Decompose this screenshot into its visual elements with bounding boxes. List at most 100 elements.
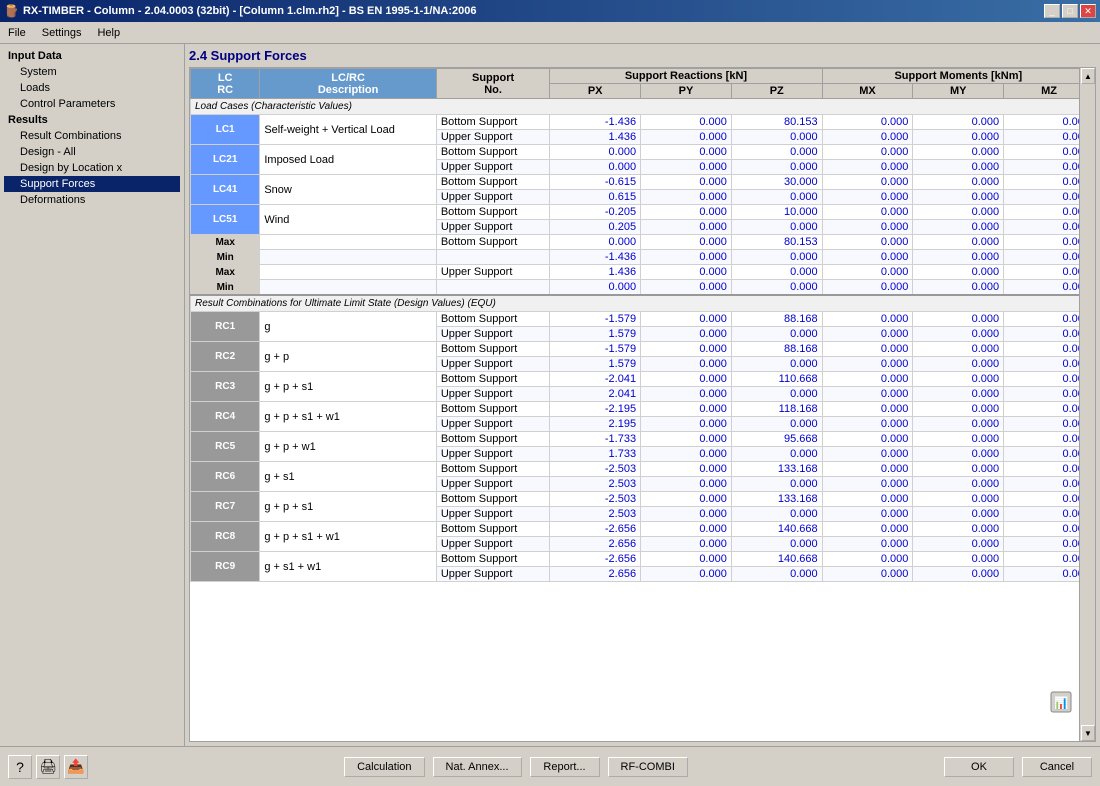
value-cell: 0.000 (731, 265, 822, 280)
desc-cell: Wind (260, 205, 437, 235)
sidebar-item-design-location[interactable]: Design by Location x (4, 160, 180, 176)
value-cell: -2.041 (550, 372, 641, 387)
title-text: 🪵 RX-TIMBER - Column - 2.04.0003 (32bit)… (4, 4, 477, 18)
sidebar-item-control[interactable]: Control Parameters (4, 96, 180, 112)
desc-cell: g + p + w1 (260, 432, 437, 462)
value-cell: 0.000 (641, 567, 732, 582)
table-row: RC7g + p + s1Bottom Support-2.5030.00013… (191, 492, 1095, 507)
support-cell: Upper Support (436, 417, 549, 432)
desc-cell: g + s1 (260, 462, 437, 492)
value-cell: 0.000 (641, 327, 732, 342)
value-cell: 0.000 (913, 567, 1004, 582)
bottom-center-buttons: Calculation Nat. Annex... Report... RF-C… (344, 757, 688, 777)
value-cell: 0.000 (913, 417, 1004, 432)
value-cell: 0.000 (913, 492, 1004, 507)
value-cell: 0.205 (550, 220, 641, 235)
export-icon-button[interactable]: 📤 (64, 755, 88, 779)
ok-button[interactable]: OK (944, 757, 1014, 777)
value-cell: 0.000 (641, 265, 732, 280)
value-cell: 0.000 (731, 447, 822, 462)
value-cell: 140.668 (731, 522, 822, 537)
help-icon-button[interactable]: ? (8, 755, 32, 779)
print-icon-button[interactable]: 🖨 (36, 755, 60, 779)
value-cell: 0.000 (822, 205, 913, 220)
table-container[interactable]: LCRC LC/RCDescription SupportNo. Support… (189, 67, 1096, 742)
value-cell: 0.000 (822, 402, 913, 417)
value-cell: 0.000 (913, 160, 1004, 175)
menu-settings[interactable]: Settings (34, 25, 90, 41)
header-px: PX (550, 84, 641, 99)
value-cell: 0.000 (913, 372, 1004, 387)
value-cell: 0.000 (822, 160, 913, 175)
value-cell: 0.000 (550, 235, 641, 250)
value-cell: 0.000 (822, 342, 913, 357)
desc-cell (260, 265, 437, 280)
value-cell: 133.168 (731, 462, 822, 477)
table-row: RC9g + s1 + w1Bottom Support-2.6560.0001… (191, 552, 1095, 567)
scrollbar[interactable]: ▲ ▼ (1079, 68, 1095, 741)
value-cell: 0.000 (822, 115, 913, 130)
cancel-button[interactable]: Cancel (1022, 757, 1092, 777)
value-cell: -1.733 (550, 432, 641, 447)
sidebar-item-loads[interactable]: Loads (4, 80, 180, 96)
value-cell: 88.168 (731, 312, 822, 327)
sidebar-item-result-combinations[interactable]: Result Combinations (4, 128, 180, 144)
row-label: RC3 (191, 372, 260, 402)
value-cell: 0.000 (822, 417, 913, 432)
support-cell: Bottom Support (436, 235, 549, 250)
support-cell: Upper Support (436, 567, 549, 582)
value-cell: 133.168 (731, 492, 822, 507)
header-description: LC/RCDescription (260, 69, 437, 99)
sidebar-item-support-forces[interactable]: Support Forces (4, 176, 180, 192)
value-cell: 0.000 (641, 175, 732, 190)
value-cell: 0.000 (731, 190, 822, 205)
value-cell: 0.000 (731, 417, 822, 432)
value-cell: 0.000 (822, 250, 913, 265)
minimize-button[interactable]: _ (1044, 4, 1060, 18)
value-cell: 0.000 (731, 357, 822, 372)
header-support-moments: Support Moments [kNm] (822, 69, 1094, 84)
value-cell: 0.000 (913, 522, 1004, 537)
rf-combi-button[interactable]: RF-COMBI (608, 757, 688, 777)
value-cell: 2.656 (550, 567, 641, 582)
support-cell: Bottom Support (436, 462, 549, 477)
value-cell: 10.000 (731, 205, 822, 220)
maximize-button[interactable]: □ (1062, 4, 1078, 18)
report-button[interactable]: Report... (530, 757, 600, 777)
scroll-up[interactable]: ▲ (1081, 68, 1095, 84)
value-cell: 0.000 (913, 357, 1004, 372)
value-cell: 0.000 (641, 205, 732, 220)
nat-annex-button[interactable]: Nat. Annex... (433, 757, 522, 777)
value-cell: 0.000 (641, 507, 732, 522)
value-cell: 0.000 (731, 477, 822, 492)
value-cell: 110.668 (731, 372, 822, 387)
value-cell: 0.000 (913, 145, 1004, 160)
value-cell: 2.195 (550, 417, 641, 432)
value-cell: 0.000 (641, 130, 732, 145)
value-cell: 0.000 (822, 145, 913, 160)
desc-cell: g + p + s1 + w1 (260, 522, 437, 552)
value-cell: 0.000 (641, 190, 732, 205)
table-row: LC41SnowBottom Support-0.6150.00030.0000… (191, 175, 1095, 190)
value-cell: 0.000 (641, 160, 732, 175)
sidebar-item-system[interactable]: System (4, 64, 180, 80)
row-label: RC7 (191, 492, 260, 522)
menu-file[interactable]: File (0, 25, 34, 41)
sidebar-item-design-all[interactable]: Design - All (4, 144, 180, 160)
calculation-button[interactable]: Calculation (344, 757, 424, 777)
scroll-down[interactable]: ▼ (1081, 725, 1095, 741)
value-cell: 0.000 (913, 220, 1004, 235)
support-cell: Bottom Support (436, 115, 549, 130)
header-pz: PZ (731, 84, 822, 99)
menu-help[interactable]: Help (89, 25, 128, 41)
support-cell: Bottom Support (436, 432, 549, 447)
value-cell: 0.000 (641, 552, 732, 567)
table-row: LC21Imposed LoadBottom Support0.0000.000… (191, 145, 1095, 160)
sidebar-item-deformations[interactable]: Deformations (4, 192, 180, 208)
row-label: RC2 (191, 342, 260, 372)
close-button[interactable]: ✕ (1080, 4, 1096, 18)
table-row: RC3g + p + s1Bottom Support-2.0410.00011… (191, 372, 1095, 387)
value-cell: 0.000 (913, 175, 1004, 190)
value-cell: 0.000 (641, 432, 732, 447)
value-cell: 0.000 (641, 342, 732, 357)
